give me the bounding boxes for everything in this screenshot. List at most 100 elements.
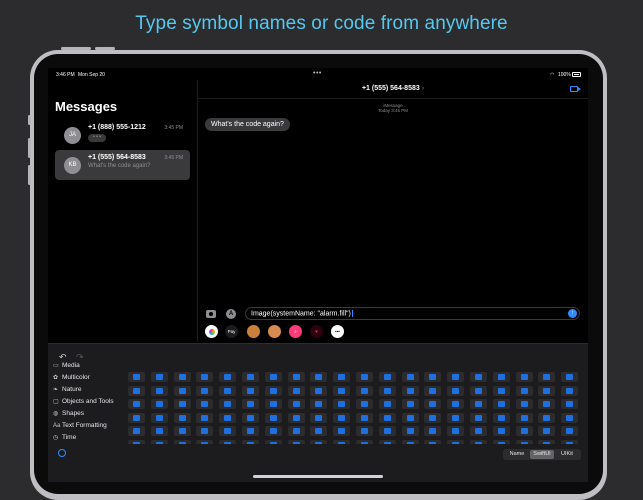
send-arrow-icon[interactable]: ↑ [568,309,577,318]
symbol-cell[interactable] [378,385,396,396]
symbol-cell[interactable] [310,439,328,444]
symbol-cell[interactable] [492,399,510,409]
symbol-cell[interactable] [264,439,282,444]
symbol-cell[interactable] [447,439,465,444]
symbol-cell[interactable] [470,385,487,396]
symbol-cell[interactable] [538,399,556,409]
symbol-cell[interactable] [150,399,168,409]
symbol-cell[interactable] [538,412,556,423]
symbol-cell[interactable] [447,412,465,423]
symbol-cell[interactable] [515,399,533,409]
symbol-cell[interactable] [378,439,396,444]
symbol-cell[interactable] [150,385,168,396]
multitasking-dots-icon[interactable]: ••• [313,70,322,77]
symbol-cell[interactable] [150,439,168,444]
symbol-cell[interactable] [561,385,579,396]
symbol-cell[interactable] [173,372,191,382]
symbol-cell[interactable] [196,385,214,396]
symbol-cell[interactable] [310,399,328,409]
memoji-stickers-icon[interactable] [268,325,281,338]
symbol-cell[interactable] [287,385,305,396]
symbol-cell[interactable] [173,412,191,423]
symbol-cell[interactable] [447,426,465,436]
symbol-cell[interactable] [310,426,328,436]
symbol-cell[interactable] [219,426,237,436]
symbol-cell[interactable] [424,412,442,423]
symbol-cell[interactable] [424,372,442,382]
symbol-cell[interactable] [424,439,442,444]
symbol-cell[interactable] [492,439,510,444]
symbol-cell[interactable] [538,426,556,436]
symbol-cell[interactable] [356,412,373,423]
symbol-cell[interactable] [219,439,237,444]
symbol-cell[interactable] [378,372,396,382]
symbol-cell[interactable] [492,426,510,436]
symbol-cell[interactable] [333,372,351,382]
symbol-cell[interactable] [333,426,351,436]
symbol-cell[interactable] [264,426,282,436]
symbol-cell[interactable] [128,399,145,409]
symbol-cell[interactable] [561,412,579,423]
symbol-cell[interactable] [128,426,145,436]
more-apps-icon[interactable]: ••• [331,325,344,338]
symbol-cell[interactable] [196,426,214,436]
symbol-cell[interactable] [173,399,191,409]
symbol-cell[interactable] [287,372,305,382]
symbol-cell[interactable] [538,372,556,382]
symbol-cell[interactable] [333,399,351,409]
segment-name[interactable]: Name [505,450,529,459]
video-call-icon[interactable] [570,86,581,92]
symbol-cell[interactable] [378,426,396,436]
symbol-cell[interactable] [264,385,282,396]
symbol-cell[interactable] [333,439,351,444]
symbol-cell[interactable] [173,439,191,444]
symbol-cell[interactable] [219,385,237,396]
symbol-cell[interactable] [470,399,487,409]
symbol-cell[interactable] [492,412,510,423]
symbol-cell[interactable] [447,372,465,382]
symbol-cell[interactable] [356,372,373,382]
symbol-cell[interactable] [424,399,442,409]
symbol-cell[interactable] [515,385,533,396]
symbol-cell[interactable] [333,385,351,396]
symbol-cell[interactable] [219,372,237,382]
symbol-cell[interactable] [196,412,214,423]
symbol-cell[interactable] [561,399,579,409]
symbol-cell[interactable] [470,439,487,444]
symbol-cell[interactable] [264,412,282,423]
image-search-icon[interactable]: ⌕ [289,325,302,338]
symbol-cell[interactable] [287,439,305,444]
symbol-cell[interactable] [401,399,419,409]
symbol-cell[interactable] [492,372,510,382]
symbol-cell[interactable] [310,372,328,382]
symbol-cell[interactable] [515,412,533,423]
symbol-cell[interactable] [561,426,579,436]
symbol-cell[interactable] [424,426,442,436]
symbol-cell[interactable] [447,385,465,396]
symbol-cell[interactable] [401,412,419,423]
symbol-cell[interactable] [150,426,168,436]
category-text-formatting[interactable]: Aa Text Formatting [53,422,107,429]
symbol-cell[interactable] [401,385,419,396]
symbol-cell[interactable] [538,385,556,396]
category-objects-and-tools[interactable]: ▢ Objects and Tools [53,398,114,405]
symbol-cell[interactable] [333,412,351,423]
symbol-cell[interactable] [196,439,214,444]
symbol-cell[interactable] [196,372,214,382]
message-input[interactable]: Image(systemName: "alarm.fill") ↑ [245,307,580,320]
symbol-cell[interactable] [242,399,259,409]
symbol-cell[interactable] [128,412,145,423]
symbol-cell[interactable] [128,439,145,444]
symbol-cell[interactable] [173,385,191,396]
segment-swiftui[interactable]: SwiftUI [530,450,554,459]
symbol-cell[interactable] [150,372,168,382]
symbol-cell[interactable] [378,399,396,409]
symbol-cell[interactable] [401,439,419,444]
symbol-cell[interactable] [219,399,237,409]
symbol-cell[interactable] [242,412,259,423]
contact-title[interactable]: +1 (555) 564-8583 › [198,85,588,92]
symbol-cell[interactable] [356,426,373,436]
symbol-cell[interactable] [242,372,259,382]
symbol-cell[interactable] [264,372,282,382]
symbol-cell[interactable] [401,372,419,382]
